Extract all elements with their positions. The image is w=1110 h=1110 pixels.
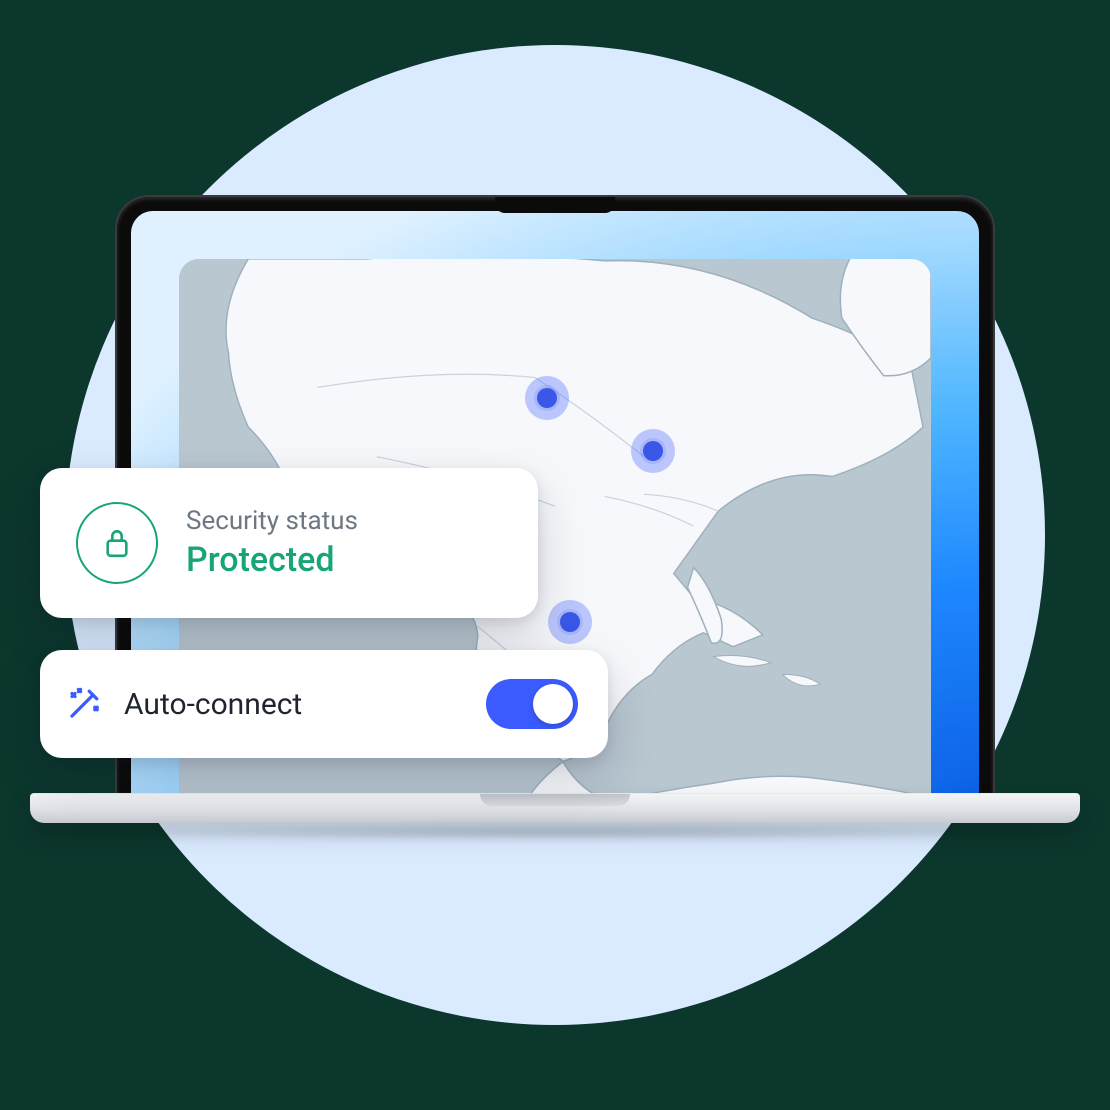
laptop-notch bbox=[495, 197, 615, 213]
magic-wand-icon bbox=[66, 686, 102, 722]
auto-connect-card: Auto-connect bbox=[40, 650, 608, 758]
security-status-card: Security status Protected bbox=[40, 468, 538, 618]
toggle-knob bbox=[533, 684, 573, 724]
auto-connect-label: Auto-connect bbox=[124, 687, 464, 722]
security-status-value: Protected bbox=[186, 540, 358, 580]
laptop-base bbox=[30, 793, 1080, 823]
map-marker-us-west[interactable] bbox=[525, 376, 569, 420]
map-marker-mexico[interactable] bbox=[548, 600, 592, 644]
lock-icon bbox=[76, 502, 158, 584]
auto-connect-toggle[interactable] bbox=[486, 679, 578, 729]
laptop-shadow bbox=[45, 823, 1065, 841]
map-marker-us-east[interactable] bbox=[631, 429, 675, 473]
security-status-label: Security status bbox=[186, 506, 358, 537]
